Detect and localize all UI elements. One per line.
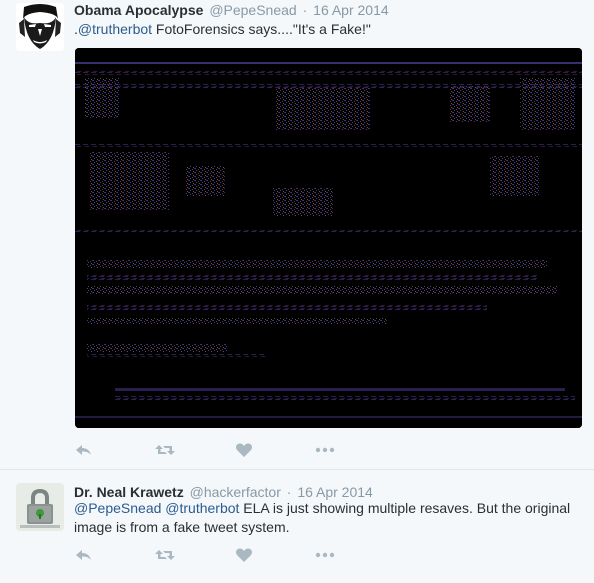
reply-icon	[76, 445, 91, 455]
padlock-avatar	[16, 483, 64, 531]
avatar[interactable]	[16, 3, 64, 51]
tweet-text: @PepeSnead @trutherbot ELA is just showi…	[74, 499, 586, 537]
tweet-header: Obama Apocalypse @PepeSnead · 16 Apr 201…	[74, 1, 389, 19]
mention-link[interactable]: @PepeSnead	[74, 500, 161, 516]
more-icon	[315, 552, 335, 558]
heart-icon	[235, 548, 253, 562]
retweet-icon	[155, 445, 175, 455]
ela-analysis-image	[75, 48, 582, 428]
separator: ·	[286, 484, 292, 500]
mention-link[interactable]: @trutherbot	[165, 500, 239, 516]
tweet[interactable]: Obama Apocalypse @PepeSnead · 16 Apr 201…	[0, 0, 594, 470]
username[interactable]: @hackerfactor	[190, 484, 281, 500]
retweet-button[interactable]	[154, 442, 176, 458]
text-body: FotoForensics says...."It's a Fake!"	[152, 21, 371, 37]
fullname[interactable]: Dr. Neal Krawetz	[74, 484, 184, 500]
heart-icon	[235, 443, 253, 457]
tweet-text: .@trutherbot FotoForensics says...."It's…	[74, 20, 586, 39]
timestamp[interactable]: 16 Apr 2014	[313, 2, 389, 18]
timestamp[interactable]: 16 Apr 2014	[297, 484, 373, 500]
reply-button[interactable]	[74, 547, 96, 563]
more-icon	[315, 447, 335, 453]
like-button[interactable]	[235, 442, 257, 458]
reply-button[interactable]	[74, 442, 96, 458]
reply-icon	[76, 550, 91, 560]
more-button[interactable]	[314, 547, 336, 563]
fullname[interactable]: Obama Apocalypse	[74, 2, 203, 18]
separator: ·	[302, 2, 308, 18]
like-button[interactable]	[235, 547, 257, 563]
more-button[interactable]	[314, 442, 336, 458]
retweet-icon	[155, 550, 175, 560]
tweet[interactable]: Dr. Neal Krawetz @hackerfactor · 16 Apr …	[0, 471, 594, 583]
mention-link[interactable]: @trutherbot	[78, 21, 152, 37]
avatar[interactable]	[16, 483, 64, 531]
obama-portrait-avatar	[16, 3, 64, 51]
retweet-button[interactable]	[154, 547, 176, 563]
username[interactable]: @PepeSnead	[209, 2, 296, 18]
tweet-media[interactable]	[75, 48, 582, 428]
